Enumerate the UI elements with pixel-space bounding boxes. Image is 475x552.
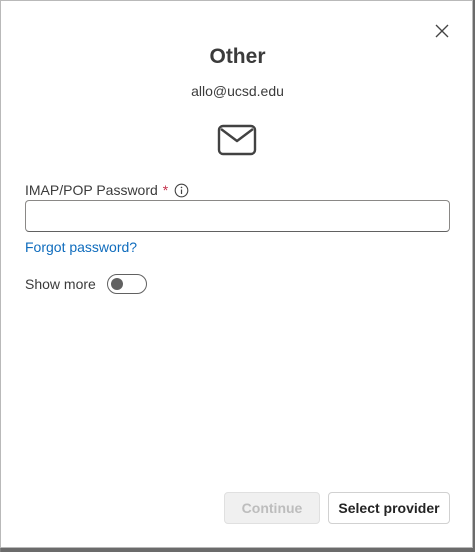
account-email: allo@ucsd.edu	[191, 83, 284, 99]
mail-icon	[217, 124, 257, 156]
continue-button[interactable]: Continue	[224, 492, 320, 524]
select-provider-button[interactable]: Select provider	[328, 492, 450, 524]
password-label-row: IMAP/POP Password *	[25, 181, 189, 199]
show-more-toggle[interactable]	[107, 274, 147, 294]
show-more-label: Show more	[25, 276, 96, 292]
info-icon[interactable]	[174, 183, 189, 198]
password-field[interactable]	[25, 200, 450, 232]
toggle-knob	[111, 278, 123, 290]
close-button[interactable]	[428, 17, 456, 45]
password-label: IMAP/POP Password	[25, 182, 158, 198]
required-marker: *	[162, 182, 169, 198]
add-account-dialog: Other allo@ucsd.edu IMAP/POP Password * …	[0, 0, 473, 548]
forgot-password-link[interactable]: Forgot password?	[25, 239, 137, 255]
close-icon	[435, 24, 449, 38]
dialog-title: Other	[209, 45, 266, 68]
